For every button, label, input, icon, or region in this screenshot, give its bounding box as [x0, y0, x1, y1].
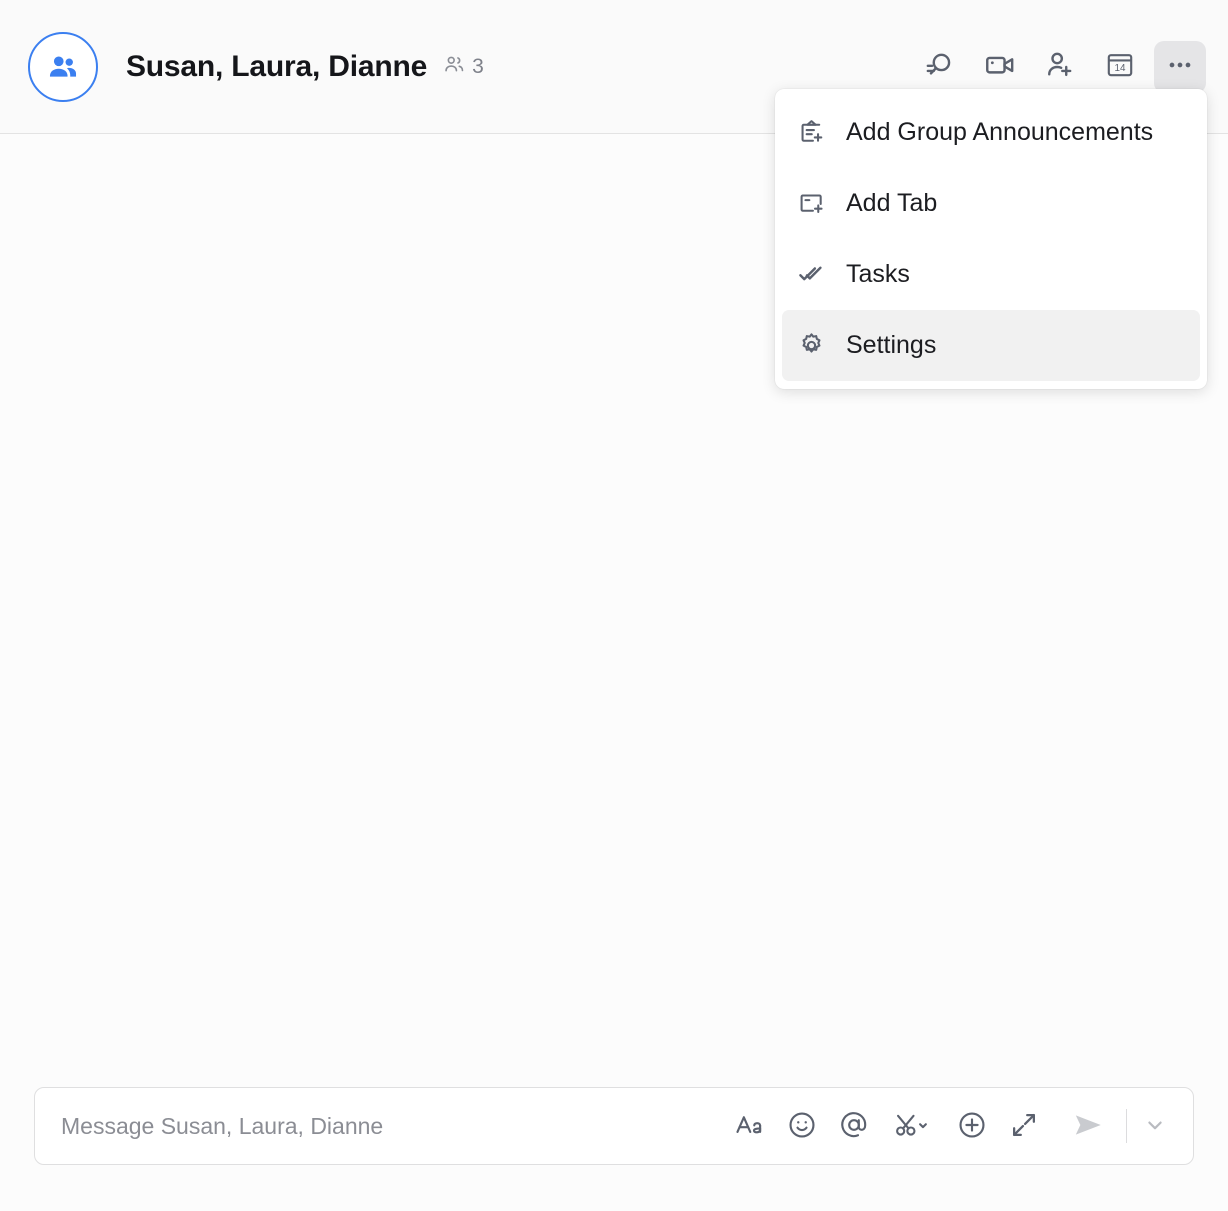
- menu-item-settings[interactable]: Settings: [782, 310, 1200, 381]
- roster-badge[interactable]: 3: [443, 53, 484, 81]
- tab-add-icon: [796, 189, 826, 219]
- group-people-icon: [46, 50, 80, 84]
- mention-icon: [838, 1109, 870, 1144]
- page-title: Susan, Laura, Dianne: [126, 49, 428, 83]
- composer: [34, 1087, 1194, 1165]
- expand-compose-button[interactable]: [1000, 1102, 1048, 1150]
- calendar-icon: 14: [1104, 49, 1136, 84]
- format-text-button[interactable]: [726, 1102, 774, 1150]
- announcement-add-icon: [796, 118, 826, 148]
- send-icon: [1069, 1108, 1107, 1145]
- toolbar-divider: [1126, 1109, 1127, 1143]
- mention-button[interactable]: [830, 1102, 878, 1150]
- add-person-icon: [1043, 48, 1077, 85]
- calendar-button[interactable]: 14: [1094, 41, 1146, 93]
- expand-icon: [1008, 1109, 1040, 1144]
- more-options-menu: Add Group Announcements Add Tab Tasks Se…: [775, 89, 1207, 389]
- chat-title-area: Susan, Laura, Dianne 3: [126, 50, 484, 84]
- video-camera-icon: [983, 48, 1017, 85]
- menu-item-label: Add Tab: [846, 189, 938, 217]
- snip-button[interactable]: [882, 1102, 944, 1150]
- more-options-icon: [1165, 50, 1195, 83]
- search-icon: [923, 48, 957, 85]
- video-call-button[interactable]: [974, 41, 1026, 93]
- avatar: [28, 31, 98, 102]
- composer-toolbar: [726, 1102, 1175, 1150]
- snip-scissors-icon: [892, 1109, 934, 1144]
- emoji-button[interactable]: [778, 1102, 826, 1150]
- format-text-icon: [734, 1109, 766, 1144]
- svg-text:14: 14: [1115, 63, 1126, 74]
- send-options-button[interactable]: [1135, 1102, 1175, 1150]
- chat-window: Susan, Laura, Dianne 3 14 Add Group Anno…: [0, 0, 1228, 1211]
- add-people-button[interactable]: [1034, 41, 1086, 93]
- menu-item-label: Tasks: [846, 260, 910, 288]
- message-input[interactable]: [61, 1112, 726, 1140]
- menu-item-tasks[interactable]: Tasks: [782, 239, 1200, 310]
- gear-icon: [796, 331, 826, 361]
- menu-item-add-tab[interactable]: Add Tab: [782, 168, 1200, 239]
- add-attachment-icon: [956, 1109, 988, 1144]
- people-roster-icon: [443, 53, 466, 81]
- member-count: 3: [472, 54, 484, 78]
- menu-item-add-group-announcements[interactable]: Add Group Announcements: [782, 97, 1200, 168]
- header-actions: 14: [914, 40, 1206, 93]
- menu-item-label: Settings: [846, 331, 937, 359]
- search-button[interactable]: [914, 41, 966, 93]
- double-check-icon: [796, 260, 826, 290]
- more-options-button[interactable]: [1154, 40, 1206, 93]
- composer-area: [0, 1087, 1228, 1211]
- emoji-icon: [786, 1109, 818, 1144]
- chevron-down-icon: [1143, 1113, 1167, 1140]
- menu-item-label: Add Group Announcements: [846, 118, 1154, 146]
- add-attachment-button[interactable]: [948, 1102, 996, 1150]
- send-button[interactable]: [1060, 1102, 1116, 1150]
